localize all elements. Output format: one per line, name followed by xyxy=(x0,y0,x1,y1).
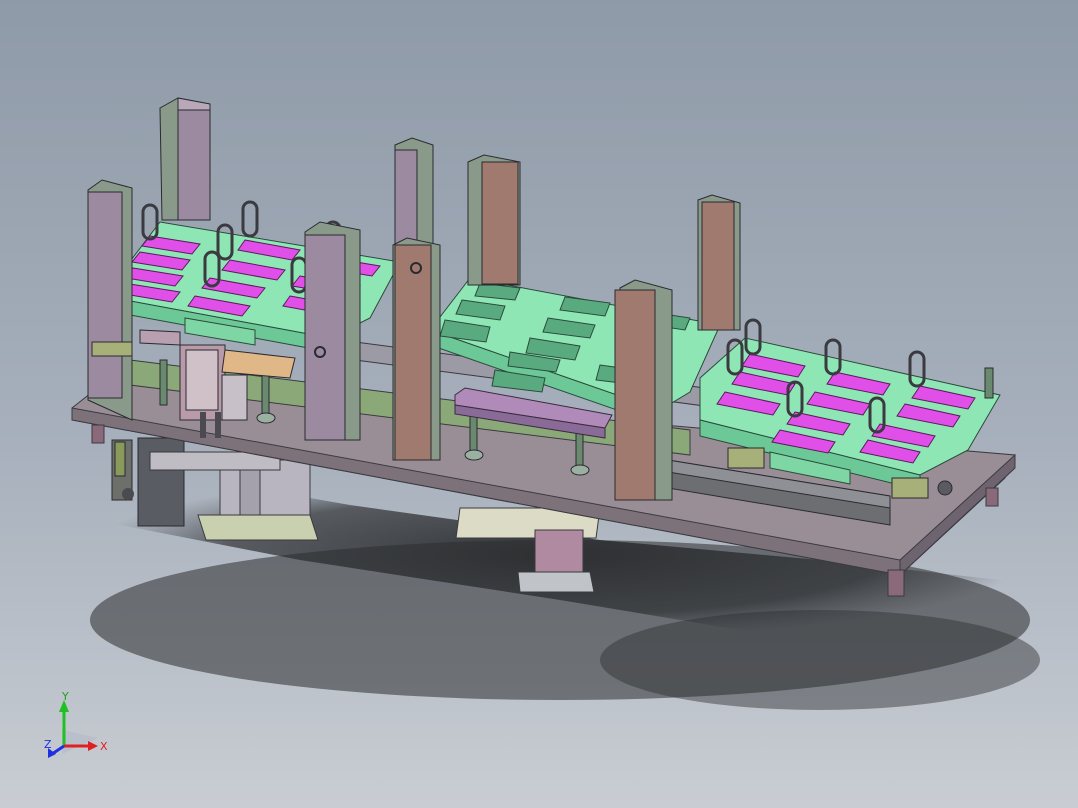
cad-viewport[interactable]: Y X Z xyxy=(0,0,1078,808)
z-axis-label: Z xyxy=(44,738,52,751)
y-axis-label: Y xyxy=(61,690,69,703)
cad-model-scene[interactable] xyxy=(0,0,1078,808)
coordinate-triad: Y X Z xyxy=(44,690,108,758)
x-axis-label: X xyxy=(100,740,108,753)
